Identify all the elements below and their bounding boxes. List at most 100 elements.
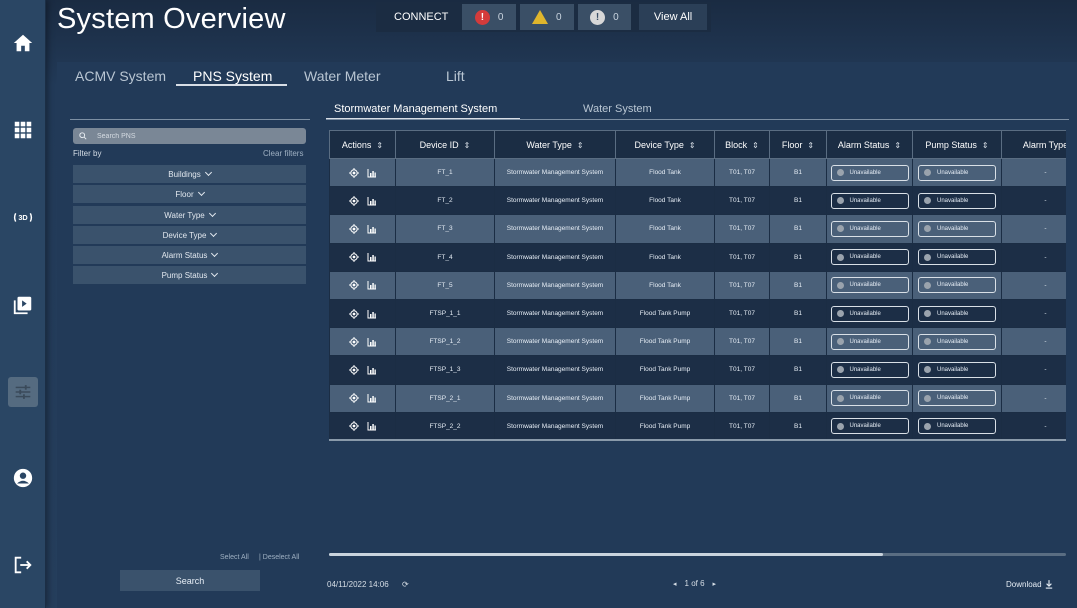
table-row[interactable]: FT_3 Stormwater Management System Flood Ta… <box>329 214 1066 244</box>
filter-buildings-dropdown[interactable]: Buildings <box>73 165 306 183</box>
column-header-device-id[interactable]: Device ID ⇕ <box>395 130 495 159</box>
tab-acmv-system[interactable]: ACMV System <box>75 68 166 84</box>
chart-icon[interactable] <box>367 196 377 206</box>
pump-status-badge[interactable]: Unavailable <box>918 390 996 407</box>
locate-icon[interactable] <box>348 223 359 234</box>
tab-pns-system[interactable]: PNS System <box>193 68 272 84</box>
table-row[interactable]: FT_5 Stormwater Management System Flood Ta… <box>329 270 1066 300</box>
subtab-water-system[interactable]: Water System <box>583 103 652 115</box>
chart-icon[interactable] <box>367 168 377 178</box>
home-button[interactable] <box>8 28 38 58</box>
chart-icon[interactable] <box>367 224 377 234</box>
column-header-block[interactable]: Block ⇕ <box>714 130 770 159</box>
alarm-status-badge[interactable]: Unavailable <box>830 333 909 350</box>
locate-icon[interactable] <box>348 421 359 432</box>
column-header-alarm-type[interactable]: Alarm Type <box>1001 130 1066 159</box>
alarm-status-badge[interactable]: Unavailable <box>830 390 909 407</box>
chart-icon[interactable] <box>367 337 377 347</box>
locate-icon[interactable] <box>348 167 359 178</box>
warning-alerts-button[interactable]: 0 <box>519 4 574 30</box>
locate-icon[interactable] <box>348 308 359 319</box>
search-input[interactable] <box>97 132 287 140</box>
deselect-all-link[interactable]: | Deselect All <box>259 554 299 561</box>
pump-status-badge[interactable]: Unavailable <box>918 418 996 435</box>
pump-status-badge[interactable]: Unavailable <box>918 249 996 266</box>
3d-view-button[interactable]: 3D <box>8 202 38 232</box>
media-button[interactable] <box>8 290 38 320</box>
apps-button[interactable] <box>8 115 38 145</box>
filter-pump-status-dropdown[interactable]: Pump Status <box>73 266 306 284</box>
column-header-floor[interactable]: Floor ⇕ <box>769 130 827 159</box>
search-button[interactable]: Search <box>120 570 260 591</box>
alarm-status-badge[interactable]: Unavailable <box>830 249 909 266</box>
table-row[interactable]: FT_2 Stormwater Management System Flood Ta… <box>329 186 1066 216</box>
chart-icon[interactable] <box>367 252 377 262</box>
download-button[interactable]: Download <box>1006 580 1053 589</box>
column-header-alarm-status[interactable]: Alarm Status ⇕ <box>826 130 913 159</box>
column-header-device-type[interactable]: Device Type ⇕ <box>615 130 715 159</box>
table-row[interactable]: FT_4 Stormwater Management System Flood Ta… <box>329 242 1066 272</box>
chart-icon[interactable] <box>367 421 377 431</box>
locate-icon[interactable] <box>348 393 359 404</box>
column-header-water-type[interactable]: Water Type ⇕ <box>494 130 616 159</box>
prev-page-button[interactable]: ◂ <box>673 580 677 588</box>
clear-filters-link[interactable]: Clear filters <box>263 149 303 158</box>
pump-status-badge[interactable]: Unavailable <box>918 305 996 322</box>
actions-cell <box>329 355 396 385</box>
alarm-status-badge[interactable]: Unavailable <box>830 418 909 435</box>
refresh-icon[interactable]: ⟳ <box>402 580 409 589</box>
chart-icon[interactable] <box>367 365 377 375</box>
account-button[interactable] <box>8 463 38 493</box>
table-row[interactable]: FTSP_1_3 Stormwater Management System Floo… <box>329 355 1066 385</box>
view-all-button[interactable]: View All <box>639 4 708 30</box>
alarm-status-badge[interactable]: Unavailable <box>830 192 909 209</box>
pump-status-badge[interactable]: Unavailable <box>918 164 996 181</box>
pump-status-badge[interactable]: Unavailable <box>918 277 996 294</box>
settings-button[interactable] <box>8 377 38 407</box>
horizontal-scrollbar-thumb[interactable] <box>329 553 883 556</box>
floor-cell: B1 <box>769 327 827 357</box>
chart-icon[interactable] <box>367 309 377 319</box>
table-row[interactable]: FT_1 Stormwater Management System Flood Ta… <box>329 157 1066 188</box>
alarm-status-badge[interactable]: Unavailable <box>830 277 909 294</box>
alarm-status-badge[interactable]: Unavailable <box>830 305 909 322</box>
subtab-stormwater[interactable]: Stormwater Management System <box>334 103 497 115</box>
critical-alerts-button[interactable]: ! 0 <box>462 4 516 30</box>
status-dot-icon <box>924 225 931 233</box>
filter-floor-dropdown[interactable]: Floor <box>73 185 306 203</box>
status-dot-icon <box>924 366 931 374</box>
table-row[interactable]: FTSP_2_1 Stormwater Management System Floo… <box>329 383 1066 413</box>
chart-icon[interactable] <box>367 393 377 403</box>
alarm-status-badge[interactable]: Unavailable <box>830 220 909 237</box>
locate-icon[interactable] <box>348 280 359 291</box>
locate-icon[interactable] <box>348 252 359 263</box>
table-row[interactable]: FTSP_1_1 Stormwater Management System Floo… <box>329 298 1066 329</box>
column-header-actions[interactable]: Actions ⇕ <box>329 130 396 159</box>
locate-icon[interactable] <box>348 195 359 206</box>
info-alerts-button[interactable]: ! 0 <box>577 4 632 30</box>
alarm-status-badge[interactable]: Unavailable <box>830 361 909 378</box>
column-header-pump-status[interactable]: Pump Status ⇕ <box>912 130 1002 159</box>
alarm-status-badge[interactable]: Unavailable <box>830 164 909 181</box>
device-type-cell: Flood Tank <box>615 270 715 300</box>
tab-lift[interactable]: Lift <box>446 68 465 84</box>
pump-status-badge[interactable]: Unavailable <box>918 220 996 237</box>
filter-water-type-dropdown[interactable]: Water Type <box>73 206 306 224</box>
next-page-button[interactable]: ▸ <box>713 580 717 588</box>
pump-status-badge[interactable]: Unavailable <box>918 361 996 378</box>
search-box[interactable] <box>73 128 306 144</box>
locate-icon[interactable] <box>348 364 359 375</box>
pump-status-badge[interactable]: Unavailable <box>918 333 996 350</box>
logout-button[interactable] <box>8 550 38 580</box>
table-row[interactable]: FTSP_1_2 Stormwater Management System Floo… <box>329 327 1066 357</box>
device-id-cell: FTSP_1_2 <box>395 327 495 357</box>
filter-device-type-dropdown[interactable]: Device Type <box>73 226 306 244</box>
tab-water-meter[interactable]: Water Meter <box>304 68 381 84</box>
locate-icon[interactable] <box>348 336 359 347</box>
chart-icon[interactable] <box>367 280 377 290</box>
pump-status-badge[interactable]: Unavailable <box>918 192 996 209</box>
page-title: System Overview <box>57 3 286 35</box>
filter-alarm-status-dropdown[interactable]: Alarm Status <box>73 246 306 264</box>
select-all-link[interactable]: Select All <box>220 554 249 561</box>
table-row[interactable]: FTSP_2_2 Stormwater Management System Floo… <box>329 411 1066 439</box>
